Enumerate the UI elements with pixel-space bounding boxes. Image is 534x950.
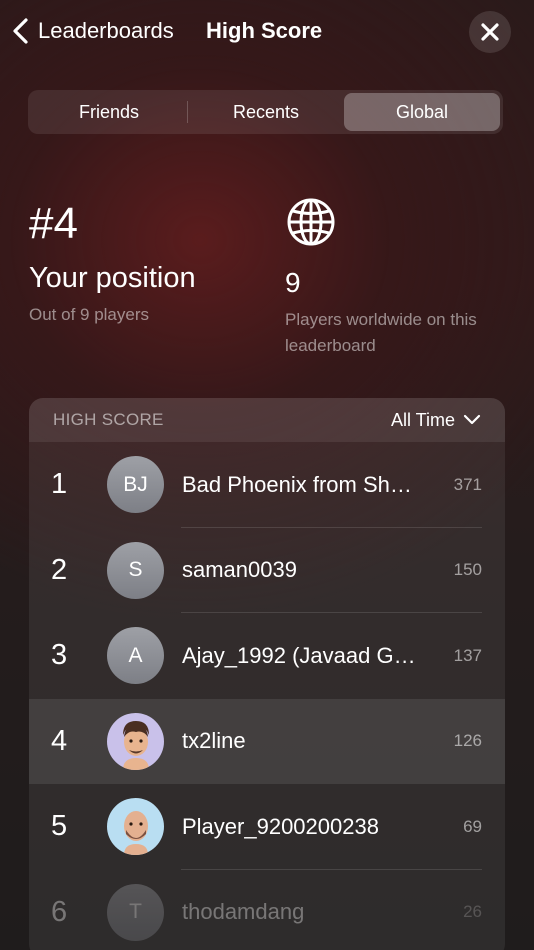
back-button[interactable]: Leaderboards xyxy=(10,16,174,46)
close-icon xyxy=(481,23,499,41)
player-name: Player_9200200238 xyxy=(182,813,379,839)
avatar: A xyxy=(107,627,164,685)
page-title: High Score xyxy=(206,18,323,43)
time-filter-dropdown[interactable]: All Time xyxy=(391,410,481,431)
player-count: 9 xyxy=(285,267,301,298)
player-name: saman0039 xyxy=(182,557,297,583)
leaderboard-row[interactable]: 3 A Ajay_1992 (Javaad G… 137 xyxy=(29,613,505,699)
row-rank: 4 xyxy=(51,724,68,757)
scope-segmented-control: Friends Recents Global xyxy=(28,90,503,134)
player-score: 126 xyxy=(453,731,482,751)
player-score: 69 xyxy=(463,816,482,836)
avatar: S xyxy=(107,541,164,599)
back-label: Leaderboards xyxy=(38,18,174,43)
memoji-face-icon xyxy=(124,811,148,856)
row-rank: 6 xyxy=(51,895,68,928)
avatar: BJ xyxy=(107,456,164,514)
row-rank: 3 xyxy=(51,639,68,672)
player-name: thodamdang xyxy=(182,899,305,925)
leaderboard-row[interactable]: 2 S saman0039 150 xyxy=(29,528,505,613)
chevron-left-icon xyxy=(13,18,28,44)
player-count-subtitle: Players worldwide on this leaderboard xyxy=(285,310,477,355)
leaderboard-title: HIGH SCORE xyxy=(53,410,164,429)
player-name: tx2line xyxy=(182,728,246,754)
players-worldwide-stat: 9 Players worldwide on this leaderboard xyxy=(285,196,505,359)
leaderboard-row[interactable]: 5 Player_9200200238 69 xyxy=(29,784,505,870)
top-bar: Leaderboards High Score xyxy=(0,0,534,64)
player-score: 137 xyxy=(453,645,482,665)
leaderboard-card: HIGH SCORE All Time 1 BJ Bad Phoenix fro… xyxy=(29,398,505,950)
row-rank: 2 xyxy=(51,553,68,586)
leaderboard-row[interactable]: 1 BJ Bad Phoenix from Sh… 371 xyxy=(29,442,505,528)
your-position-label: Your position xyxy=(29,262,196,294)
tab-recents[interactable]: Recents xyxy=(188,93,344,131)
leaderboard-row[interactable]: 6 T thodamdang 26 xyxy=(29,870,505,950)
your-position-subtitle: Out of 9 players xyxy=(29,305,150,324)
player-score: 26 xyxy=(463,902,482,922)
tab-friends[interactable]: Friends xyxy=(31,93,187,131)
your-position-stat: #4 Your position Out of 9 players xyxy=(29,198,196,325)
leaderboard-row-current-user[interactable]: 4 tx2line 126 xyxy=(29,698,505,784)
avatar: T xyxy=(107,883,164,941)
globe-icon xyxy=(285,196,505,253)
player-score: 371 xyxy=(453,474,482,494)
memoji-avatar xyxy=(107,712,164,770)
player-name: Ajay_1992 (Javaad G… xyxy=(182,642,416,668)
leaderboard-header: HIGH SCORE All Time xyxy=(29,398,505,442)
close-button[interactable] xyxy=(469,11,511,53)
tab-global[interactable]: Global xyxy=(344,93,500,131)
memoji-face-icon xyxy=(123,720,149,770)
time-filter-label: All Time xyxy=(390,409,455,430)
chevron-down-icon xyxy=(463,414,481,425)
player-score: 150 xyxy=(453,560,482,580)
row-rank: 1 xyxy=(51,468,68,501)
row-rank: 5 xyxy=(51,810,68,843)
memoji-avatar xyxy=(107,798,164,856)
player-name: Bad Phoenix from Sh… xyxy=(182,471,412,497)
your-rank: #4 xyxy=(29,199,78,248)
